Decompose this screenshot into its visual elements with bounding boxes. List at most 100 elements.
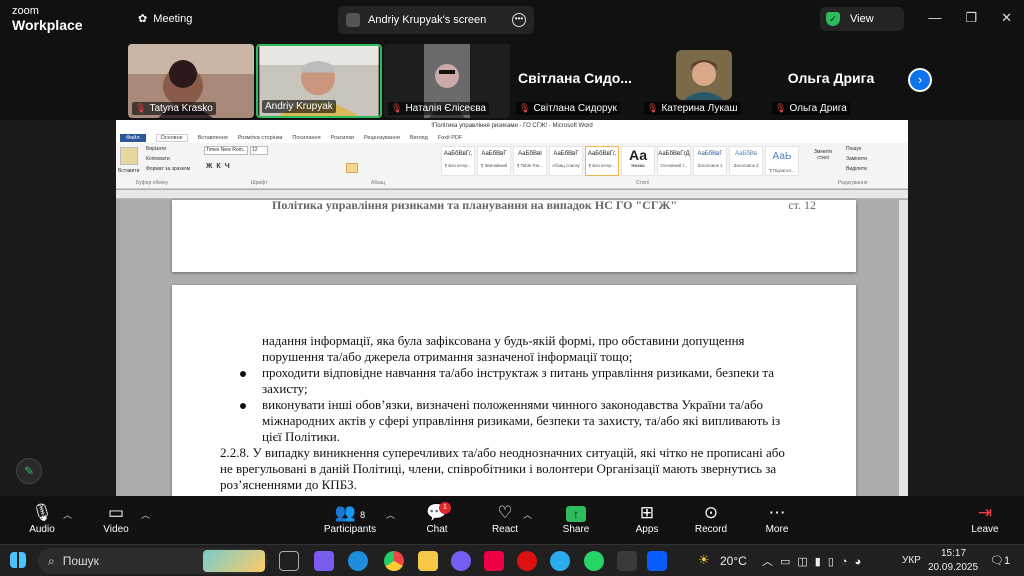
next-page-button[interactable]: › — [908, 68, 932, 92]
video-button[interactable]: ▭ Video — [88, 502, 144, 535]
participants-button[interactable]: 👥 8 Participants — [320, 502, 380, 535]
participant-name: 🎙 Наталія Єлісеєва — [388, 102, 489, 115]
share-screen-chip[interactable]: Andriy Krupyak's screen ••• — [338, 6, 534, 34]
style-item-selected[interactable]: АаБбВвГг, ¶ Без інтер... — [585, 146, 619, 176]
more-options-icon[interactable]: ••• — [512, 13, 526, 27]
windows-start-icon[interactable] — [10, 552, 26, 568]
style-label: Назва — [631, 163, 645, 168]
tab-insert[interactable]: Вставлення — [198, 135, 228, 141]
word-ribbon: Вставити Вирізати Копіювати Формат за зр… — [116, 143, 908, 189]
document-page[interactable]: надання інформації, яка була зафіксована… — [172, 285, 856, 496]
whatsapp-icon[interactable] — [584, 551, 604, 571]
style-item[interactable]: АаБбВвГг, ¶ Без інтер... — [441, 146, 475, 176]
telegram-icon[interactable] — [550, 551, 570, 571]
editing-group-label: Редагування — [838, 180, 868, 186]
opera-icon[interactable] — [517, 551, 537, 571]
style-label: ¶ Без інтер... — [444, 163, 472, 168]
vertical-scrollbar[interactable] — [899, 200, 908, 496]
replace-button[interactable]: Замінити — [846, 156, 867, 162]
app-icon[interactable] — [484, 551, 504, 571]
close-icon[interactable]: ✕ — [1001, 10, 1012, 26]
chrome-icon[interactable] — [384, 551, 404, 571]
clock-date[interactable]: 20.09.2025 — [928, 562, 978, 573]
tab-foxit[interactable]: Foxit PDF — [438, 135, 462, 141]
chevron-up-icon[interactable]: ︿ — [141, 508, 150, 521]
language-indicator[interactable]: УКР — [902, 555, 921, 566]
viber-icon[interactable] — [451, 551, 471, 571]
style-item[interactable]: АаЬ ¶ Підзагол... — [765, 146, 799, 176]
style-item[interactable]: АаБбВвГ ¶ Звичайний — [477, 146, 511, 176]
cut-button[interactable]: Вирізати — [146, 146, 166, 152]
edge-icon[interactable] — [348, 551, 368, 571]
participant-tile[interactable]: Світлана Сидо... 🎙 Світлана Сидорук — [512, 44, 638, 118]
chevron-up-icon[interactable]: ︿ — [386, 508, 395, 521]
restore-icon[interactable]: ❐ — [965, 10, 977, 26]
tab-mailings[interactable]: Розсилки — [331, 135, 354, 141]
participant-name: 🎙 Ольга Дрига — [772, 102, 850, 115]
participant-tile-active[interactable]: Andriy Krupyak — [256, 44, 382, 118]
copy-button[interactable]: Копіювати — [146, 156, 170, 162]
paste-icon[interactable] — [120, 147, 138, 165]
participant-tile[interactable]: 🎙 Tatyna Krasko — [128, 44, 254, 118]
participant-name-text: Наталія Єлісеєва — [405, 103, 486, 114]
tab-home[interactable]: Основне — [155, 133, 188, 142]
doc-line: надання інформації, яка була зафіксована… — [262, 333, 745, 348]
tab-review[interactable]: Рецензування — [364, 135, 400, 141]
tab-references[interactable]: Посилання — [292, 135, 320, 141]
participant-name-text: Andriy Krupyak — [265, 101, 333, 112]
select-button[interactable]: Виділити — [846, 166, 867, 172]
chat-button[interactable]: 💬 1 Chat — [409, 502, 465, 535]
chevron-up-icon[interactable]: ︿ — [523, 508, 532, 521]
font-size-select[interactable]: 12 — [250, 146, 268, 155]
apps-button[interactable]: ⊞ Apps — [619, 502, 675, 535]
zoom-taskbar-icon[interactable] — [647, 551, 667, 571]
leave-button[interactable]: ⇥ Leave — [957, 502, 1013, 535]
format-painter-button[interactable]: Формат за зразком — [146, 166, 190, 172]
notification-button[interactable]: 🗨1 — [990, 554, 1010, 567]
style-item[interactable]: Аа Назва — [621, 146, 655, 176]
find-button[interactable]: Пошук — [846, 146, 861, 152]
more-button[interactable]: ⋯ More — [749, 502, 805, 535]
audio-button[interactable]: 🎙 Audio — [14, 502, 70, 535]
apps-icon: ⊞ — [639, 503, 655, 522]
style-item[interactable]: АаБбВвГ Заголовок 1 — [693, 146, 727, 176]
app-icon[interactable] — [617, 551, 637, 571]
font-format-buttons[interactable]: ЖКЧ — [206, 163, 234, 170]
participant-display-name: Світлана Сидо... — [518, 70, 632, 86]
style-item[interactable]: АаБбВвГ Абзац списку — [549, 146, 583, 176]
task-view-icon[interactable] — [279, 551, 299, 571]
chevron-up-icon[interactable]: ︿ — [63, 508, 72, 521]
tab-file[interactable]: Файл — [120, 133, 146, 142]
participant-tile[interactable]: 🎙 Наталія Єлісеєва — [384, 44, 510, 118]
style-item[interactable]: АаБбВв Заголовок 2 — [729, 146, 763, 176]
temperature[interactable]: 20°C — [720, 554, 747, 568]
style-preview: АаБбВвГ — [697, 151, 723, 157]
style-label: Основний т... — [660, 163, 688, 168]
more-icon: ⋯ — [768, 503, 786, 522]
record-button[interactable]: ⊙ Record — [683, 502, 739, 535]
file-explorer-icon[interactable] — [418, 551, 438, 571]
meeting-button[interactable]: ✿ Meeting — [138, 12, 192, 26]
shared-screen: !Політика управління ризиками - ГО СГЖ! … — [116, 120, 908, 496]
system-tray-icons[interactable]: ︿▭◫▮▯◔◕ — [762, 553, 868, 569]
change-styles-button[interactable]: Змінити стилі — [812, 149, 834, 161]
participant-tile[interactable]: 🎙 Катерина Лукаш — [640, 44, 766, 118]
view-button[interactable]: ✓ View — [820, 7, 904, 31]
paste-button[interactable]: Вставити — [118, 168, 139, 174]
participant-name: Andriy Krupyak — [262, 100, 336, 113]
style-item[interactable]: АаБбВвГгД Основний т... — [657, 146, 691, 176]
share-button[interactable]: ↑ Share — [548, 502, 604, 535]
document-page: Політика управління ризиками та плануван… — [172, 198, 856, 272]
clock-time[interactable]: 15:17 — [941, 548, 966, 559]
participant-tile[interactable]: Ольга Дрига 🎙 Ольга Дрига — [768, 44, 894, 118]
font-name-select[interactable]: Times New Rom... — [204, 146, 248, 155]
taskbar-search[interactable]: ⌕ Пошук — [38, 548, 268, 574]
tab-view[interactable]: Вигляд — [410, 135, 428, 141]
justify-icon[interactable] — [346, 163, 358, 173]
style-label: ¶ Без інтер... — [588, 163, 616, 168]
copilot-icon[interactable] — [314, 551, 334, 571]
minimize-icon[interactable]: — — [928, 10, 941, 26]
annotate-button[interactable]: ✎ — [16, 458, 42, 484]
style-item[interactable]: АаБбВвІ ¶ Table Par... — [513, 146, 547, 176]
tab-layout[interactable]: Розмітка сторінки — [238, 135, 283, 141]
